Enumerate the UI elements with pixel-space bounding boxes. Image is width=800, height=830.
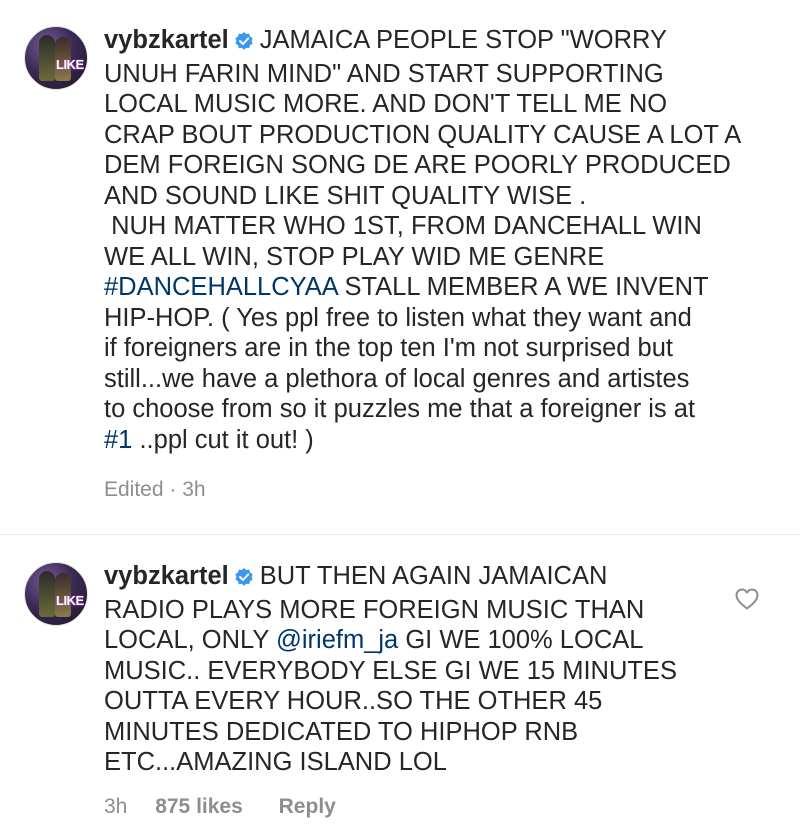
- comment-line: still...we have a plethora of local genr…: [104, 364, 690, 393]
- comment-line: AND SOUND LIKE SHIT QUALITY WISE .: [104, 181, 587, 210]
- heart-outline-icon[interactable]: [735, 588, 759, 615]
- hashtag-link[interactable]: #DANCEHALLCYAA: [104, 273, 337, 301]
- comment-line: JAMAICA PEOPLE STOP "WORRY: [259, 26, 668, 54]
- comment-line: MINUTES DEDICATED TO HIPHOP RNB: [104, 717, 579, 746]
- reply-button[interactable]: Reply: [279, 795, 336, 819]
- comment-line: ..ppl cut it out! ): [139, 425, 314, 454]
- comment-meta: 3h 875 likes Reply: [104, 795, 336, 819]
- comment-line: STALL MEMBER A WE INVENT: [344, 273, 709, 301]
- comment-meta: Edited · 3h: [104, 478, 206, 502]
- comment-text: vybzkartel BUT THEN AGAIN JAMAICAN RADIO …: [104, 561, 724, 778]
- avatar[interactable]: LIKE: [24, 26, 88, 90]
- avatar[interactable]: LIKE: [24, 562, 88, 626]
- verified-badge-icon: [234, 28, 254, 59]
- username-link[interactable]: vybzkartel: [104, 562, 229, 590]
- comment-line: LOCAL MUSIC MORE. AND DON'T TELL ME NO: [104, 90, 668, 118]
- comment-line: NUH MATTER WHO 1ST, FROM DANCEHALL WIN: [104, 212, 702, 240]
- likes-count-button[interactable]: 875 likes: [155, 795, 243, 819]
- divider: [0, 534, 800, 535]
- avatar-text: LIKE: [56, 593, 84, 608]
- comment-line: RADIO PLAYS MORE FOREIGN MUSIC THAN: [104, 595, 645, 624]
- comment-line: WE ALL WIN, STOP PLAY WID ME GENRE: [104, 242, 605, 271]
- comment-line: LOCAL, ONLY: [104, 626, 269, 654]
- comment-line: if foreigners are in the top ten I'm not…: [104, 334, 674, 362]
- comment-text: vybzkartel JAMAICA PEOPLE STOP "WORRY UNU…: [104, 25, 774, 455]
- mention-link[interactable]: @iriefm_ja: [276, 626, 398, 654]
- verified-badge-icon: [234, 564, 254, 595]
- username-link[interactable]: vybzkartel: [104, 26, 229, 54]
- comment-line: MUSIC.. EVERYBODY ELSE GI WE 15 MINUTES: [104, 656, 677, 685]
- comment-line: OUTTA EVERY HOUR..SO THE OTHER 45: [104, 687, 603, 715]
- comment-line: CRAP BOUT PRODUCTION QUALITY CAUSE A LOT…: [104, 120, 742, 149]
- comment-line: ETC...AMAZING ISLAND LOL: [104, 748, 447, 776]
- comment-line: HIP-HOP. ( Yes ppl free to listen what t…: [104, 303, 692, 332]
- comment-line: BUT THEN AGAIN JAMAICAN: [259, 562, 608, 590]
- comment-line: to choose from so it puzzles me that a f…: [104, 395, 696, 423]
- comment-line: DEM FOREIGN SONG DE ARE POORLY PRODUCED: [104, 151, 731, 179]
- hashtag-link[interactable]: #1: [104, 426, 132, 454]
- comment-line: UNUH FARIN MIND" AND START SUPPORTING: [104, 59, 664, 88]
- edited-time-label: Edited · 3h: [104, 478, 206, 501]
- avatar-text: LIKE: [56, 57, 84, 72]
- comment-line: GI WE 100% LOCAL: [405, 626, 644, 654]
- time-label: 3h: [104, 795, 128, 818]
